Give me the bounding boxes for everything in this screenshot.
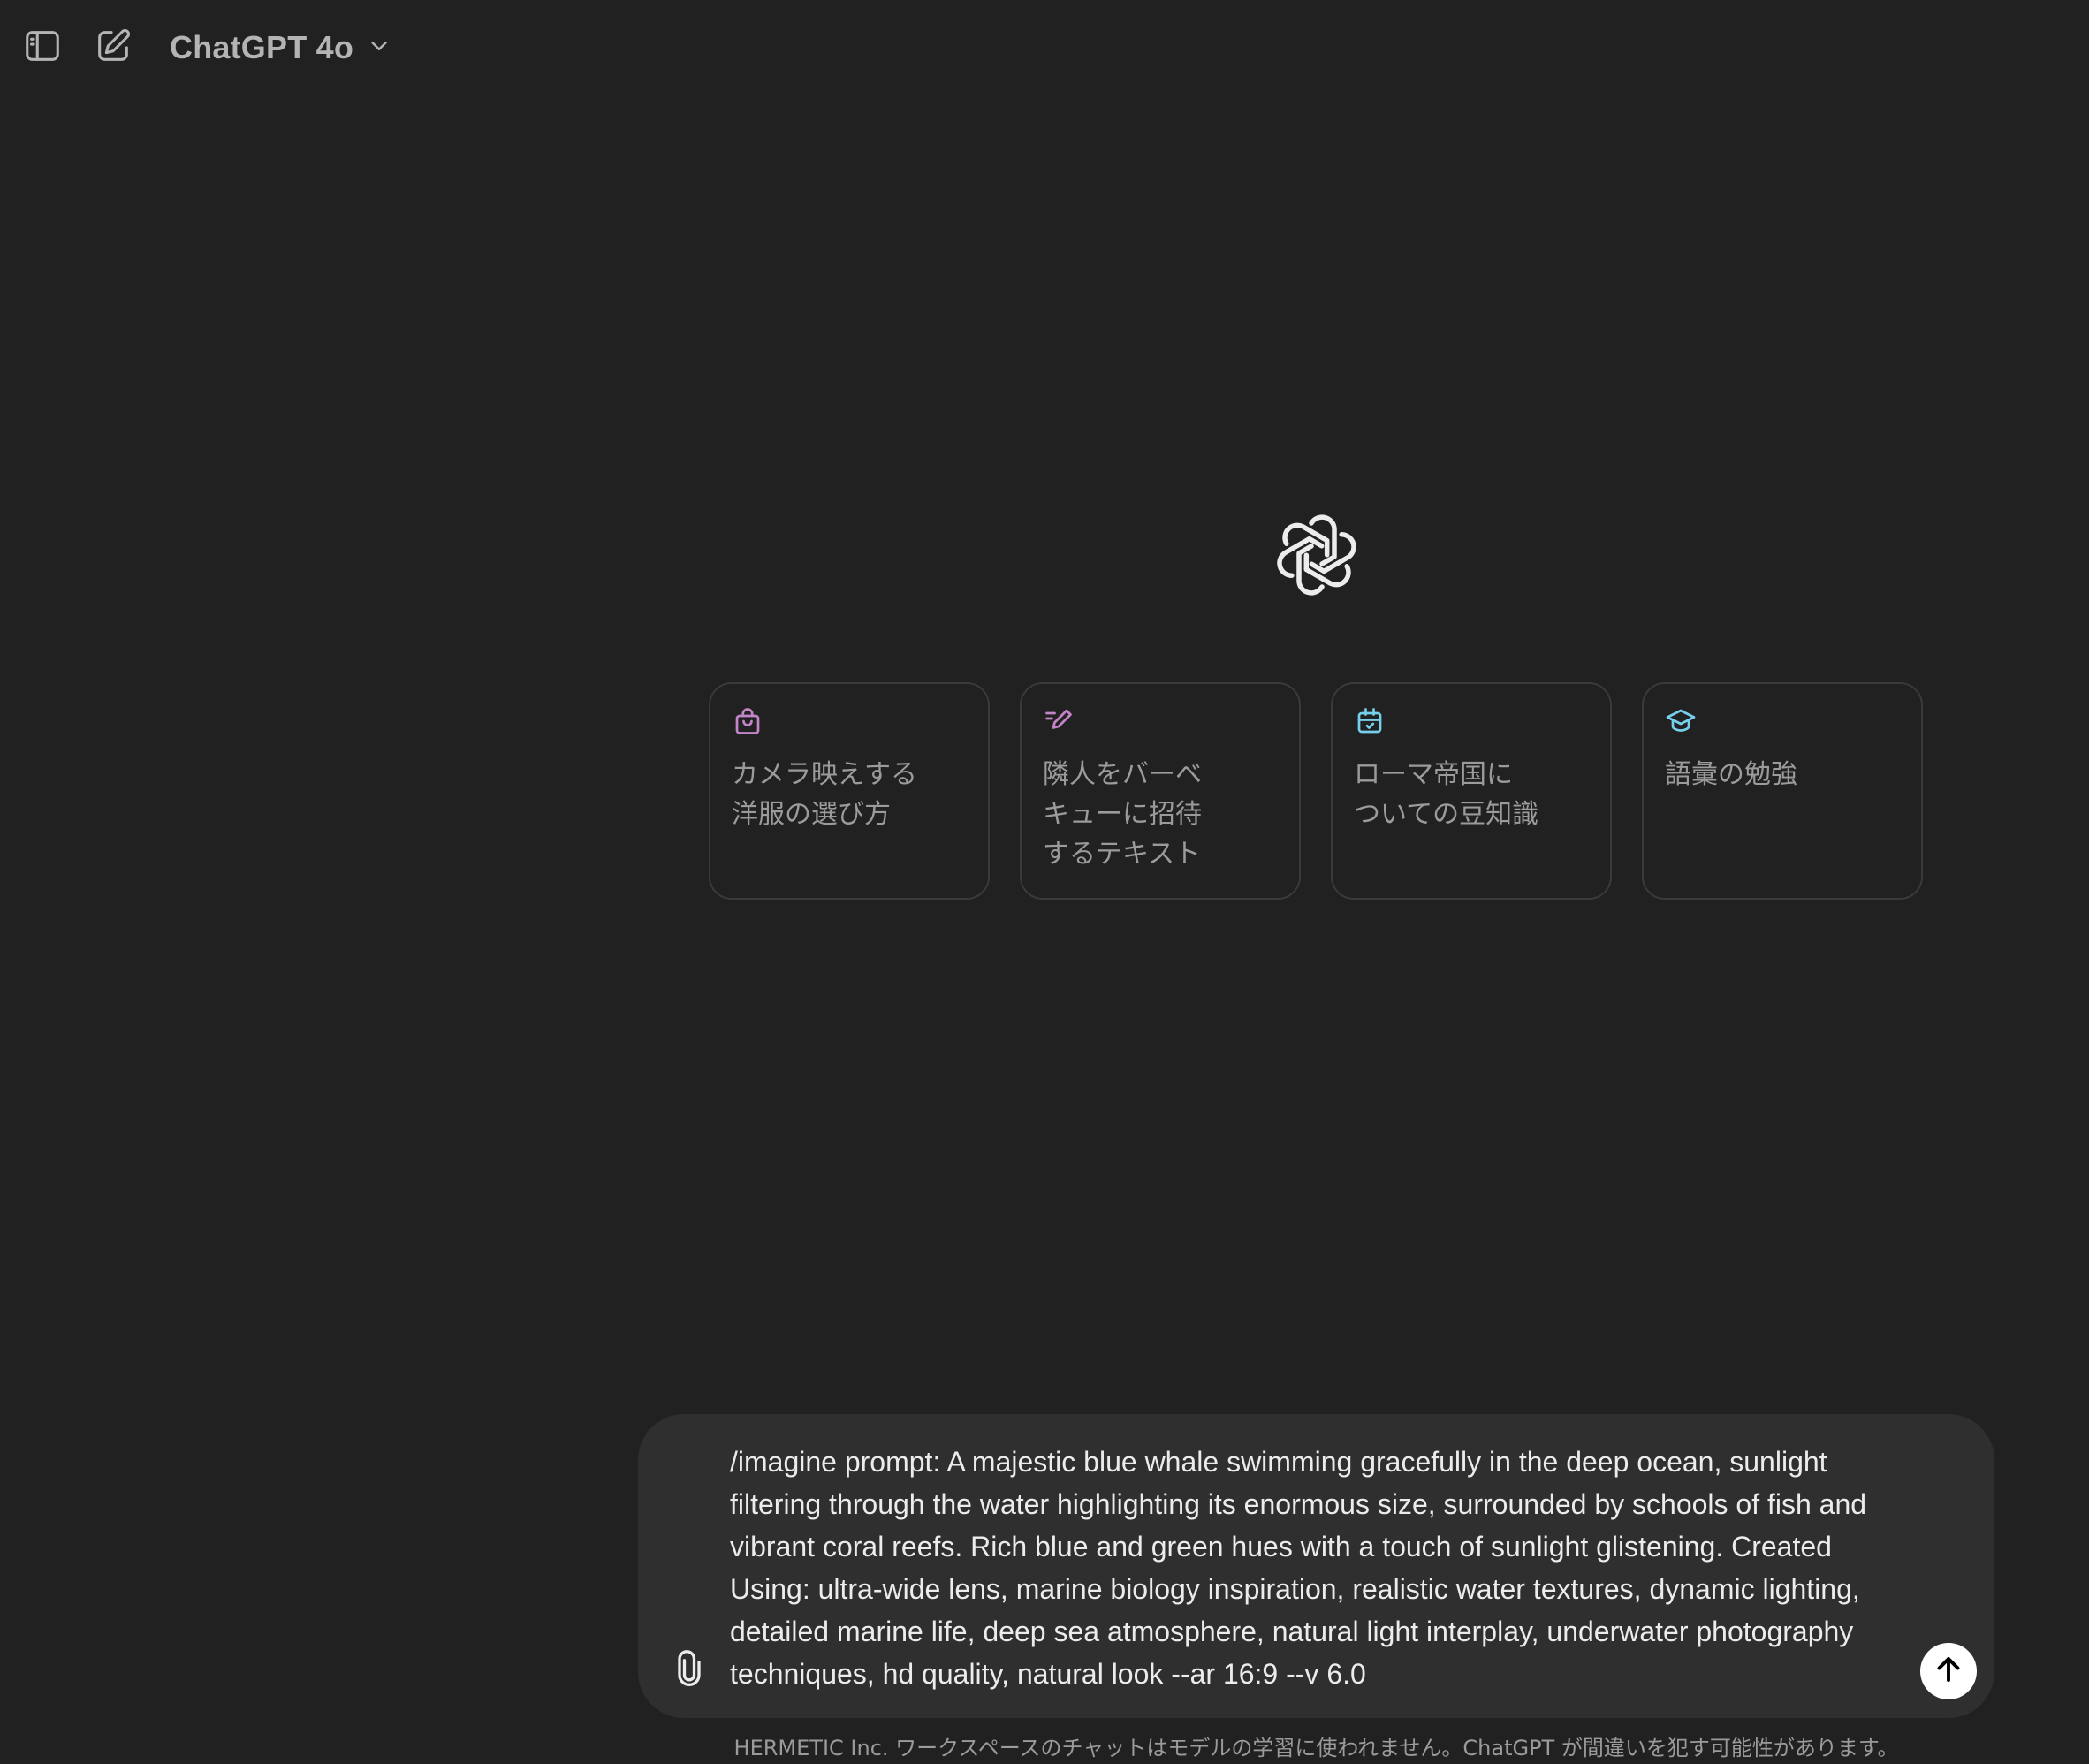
suggestion-cards: カメラ映えする 洋服の選び方 隣人をバーベ キューに招待 するテキスト ローマ帝… xyxy=(709,682,1925,900)
suggestion-text: ローマ帝国に ついての豆知識 xyxy=(1354,759,1539,830)
attach-button[interactable] xyxy=(666,1647,712,1693)
message-input[interactable]: /imagine prompt: A majestic blue whale s… xyxy=(730,1441,1914,1697)
new-chat-button[interactable] xyxy=(88,23,138,72)
suggestion-text: 語彙の勉強 xyxy=(1665,759,1797,790)
sidebar-icon xyxy=(22,26,63,71)
disclaimer-text: HERMETIC Inc. ワークスペースのチャットはモデルの学習に使われません… xyxy=(733,1736,1899,1760)
send-button[interactable] xyxy=(1920,1643,1977,1699)
arrow-up-icon xyxy=(1933,1654,1964,1690)
top-bar: ChatGPT 4o xyxy=(0,0,2089,97)
pen-lines-icon xyxy=(1043,705,1078,741)
compose-icon xyxy=(93,26,133,71)
model-selector[interactable]: ChatGPT 4o xyxy=(159,21,403,74)
suggestion-card-bbq[interactable]: 隣人をバーベ キューに招待 するテキスト xyxy=(1020,682,1301,900)
paperclip-icon xyxy=(670,1649,709,1692)
calendar-icon xyxy=(1354,705,1389,741)
openai-logo-icon xyxy=(1272,511,1361,599)
suggestion-card-rome[interactable]: ローマ帝国に ついての豆知識 xyxy=(1331,682,1612,900)
app-root: ChatGPT 4o カメラ映えする 洋服の選び方 隣人をバーベ キューに招待 … xyxy=(0,0,2089,1764)
shopping-bag-icon xyxy=(732,705,767,741)
suggestion-text: カメラ映えする 洋服の選び方 xyxy=(732,759,917,830)
suggestion-card-outfit[interactable]: カメラ映えする 洋服の選び方 xyxy=(709,682,990,900)
graduation-cap-icon xyxy=(1665,705,1700,741)
model-name: ChatGPT 4o xyxy=(170,29,354,65)
message-composer: /imagine prompt: A majestic blue whale s… xyxy=(638,1414,1994,1718)
chevron-down-icon xyxy=(366,33,392,64)
suggestion-text: 隣人をバーベ キューに招待 するテキスト xyxy=(1043,759,1202,870)
suggestion-card-vocab[interactable]: 語彙の勉強 xyxy=(1642,682,1923,900)
sidebar-toggle-button[interactable] xyxy=(18,23,67,72)
